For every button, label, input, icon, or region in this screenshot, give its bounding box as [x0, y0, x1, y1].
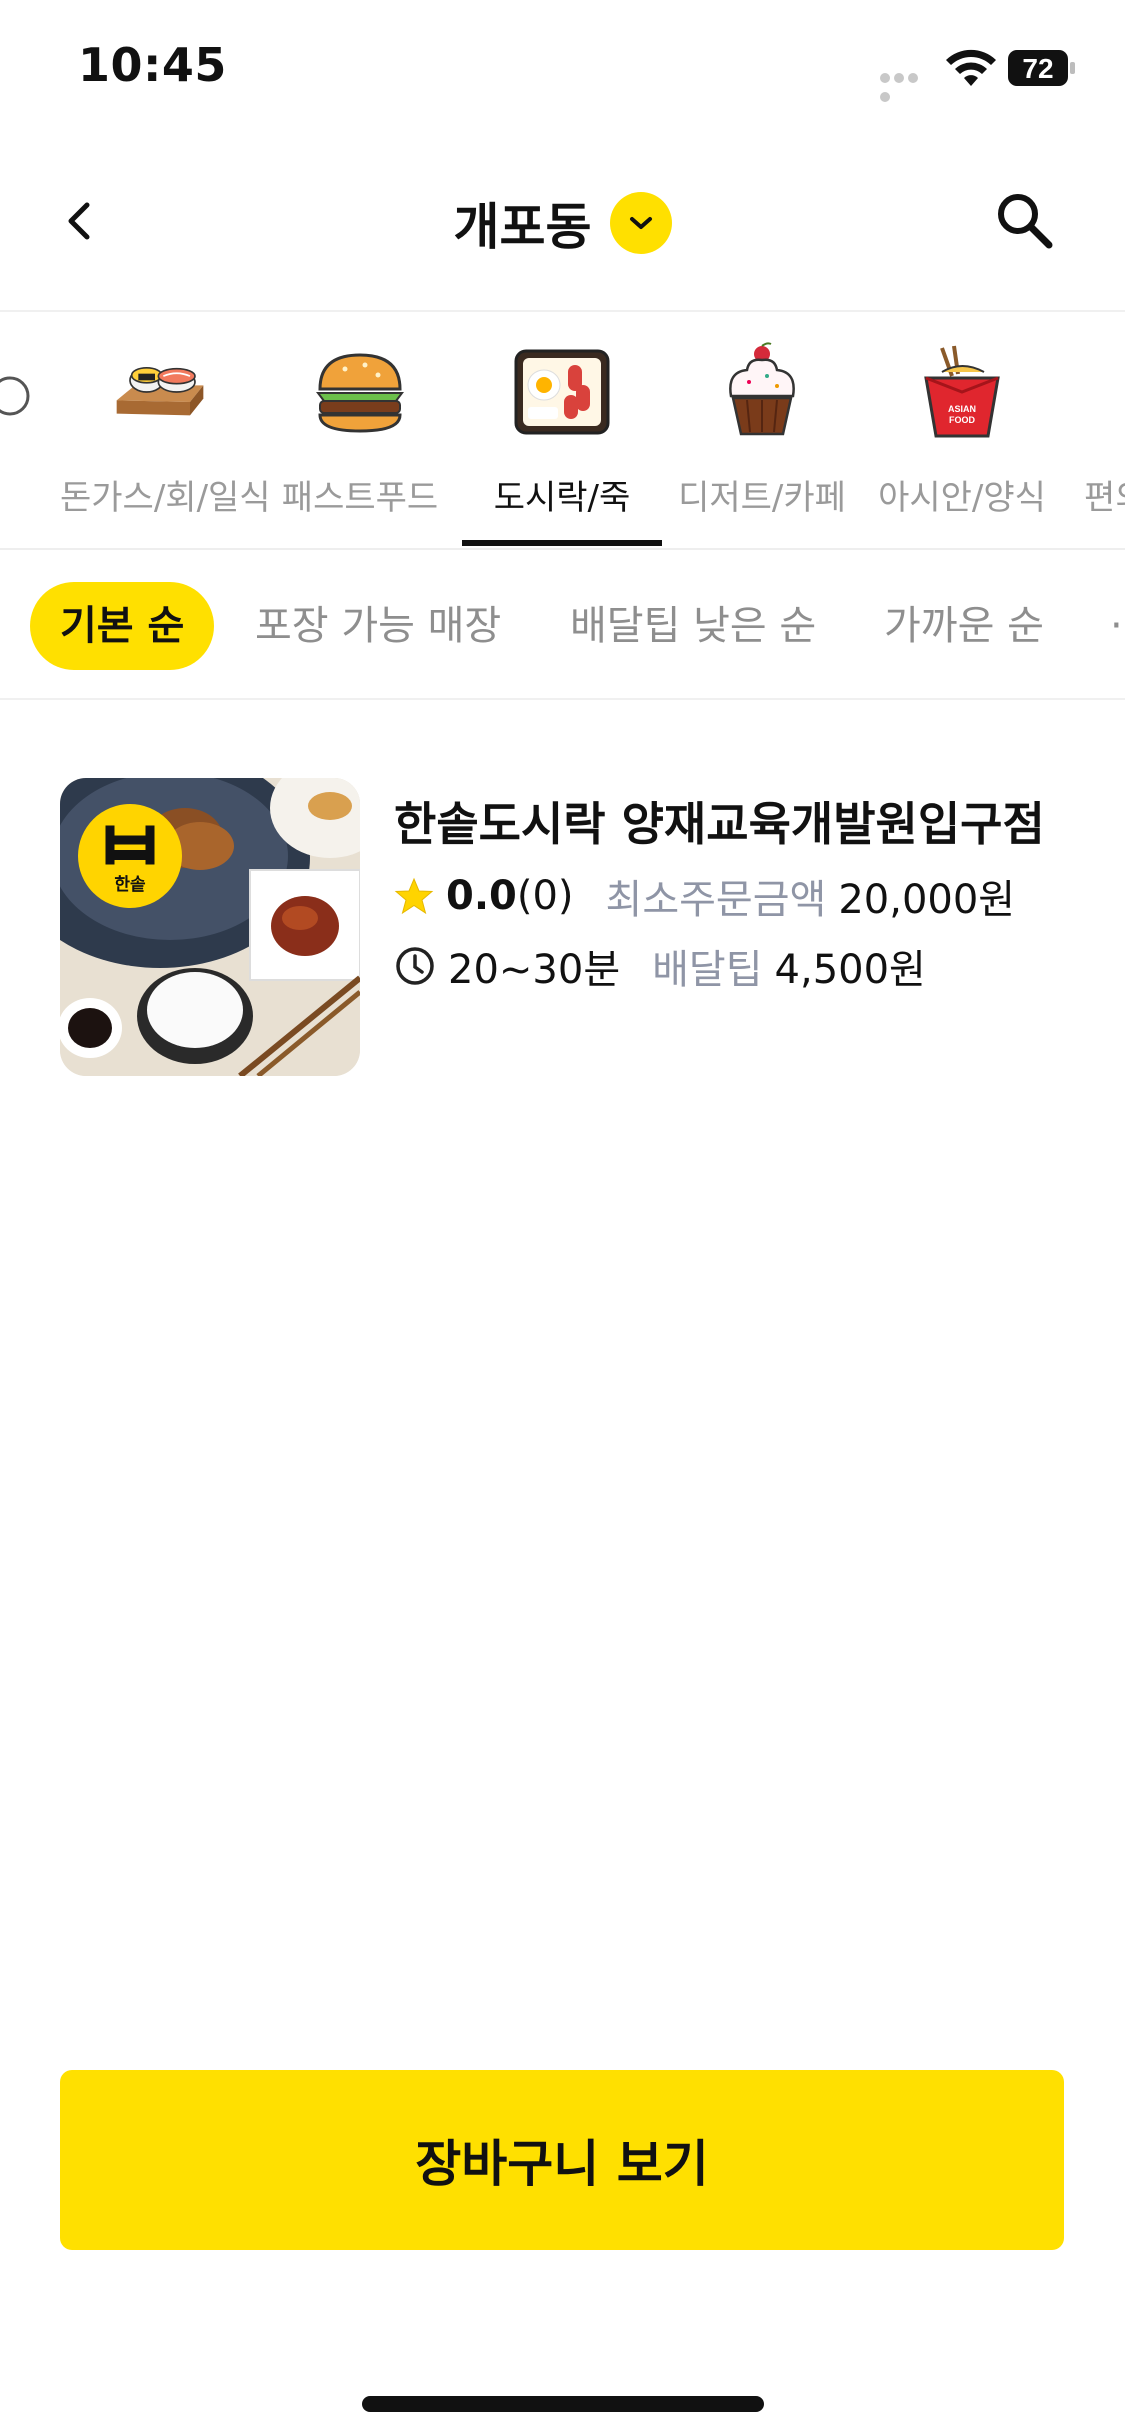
top-navigation: 개포동 — [0, 140, 1125, 312]
sort-chip-low-tip[interactable]: 배달팁 낮은 순 — [570, 582, 816, 670]
bento-icon — [512, 342, 612, 442]
delivery-tip-label: 배달팁 — [652, 947, 763, 993]
category-label: 편의 — [1084, 478, 1125, 518]
clock-icon — [396, 947, 434, 985]
sort-options: 기본 순 포장 가능 매장 배달팁 낮은 순 가까운 순 · — [0, 550, 1125, 700]
store-review-count: (0) — [516, 873, 574, 919]
status-time: 10:45 — [78, 38, 227, 92]
delivery-tip-value: 4,500원 — [774, 947, 926, 993]
delivery-time: 20~30분 — [448, 947, 621, 993]
cupcake-icon — [712, 342, 812, 442]
category-partial-icon — [0, 342, 60, 442]
location-title: 개포동 — [453, 198, 592, 256]
category-item-convenience[interactable]: 편의 — [1062, 312, 1125, 548]
category-item-dessert[interactable]: 디저트/카페 — [662, 312, 862, 548]
store-thumbnail: 한솥 — [60, 778, 360, 1076]
battery-level: 72 — [1022, 53, 1053, 84]
category-item-asian[interactable]: ASIAN FOOD 아시안/양식 — [862, 312, 1062, 548]
store-rating-row: 0.0 (0) 최소주문금액 20,000원 — [394, 868, 1015, 924]
svg-text:FOOD: FOOD — [949, 415, 975, 425]
category-label: 돈가스/회/일식 — [60, 478, 271, 518]
noodle-box-icon: ASIAN FOOD — [912, 342, 1012, 442]
chevron-down-icon — [629, 217, 652, 229]
category-label: 도시락/죽 — [493, 478, 631, 518]
category-label: 패스트푸드 — [281, 478, 439, 518]
burger-icon — [310, 342, 410, 442]
search-icon — [998, 194, 1053, 249]
min-order-value: 20,000원 — [838, 877, 1016, 923]
category-label: 아시안/양식 — [878, 478, 1046, 518]
app-screen: 10:45 72 개포동 돈가스/회/일식 패스트푸드 도시락/죽 디저트/카페… — [0, 0, 1125, 2436]
category-label: 디저트/카페 — [678, 478, 846, 518]
category-item-fastfood[interactable]: 패스트푸드 — [260, 312, 460, 548]
store-delivery-row: 20~30분 배달팁 4,500원 — [394, 938, 926, 994]
view-cart-button[interactable]: 장바구니 보기 — [60, 2070, 1064, 2250]
battery-icon: 72 — [1008, 50, 1076, 86]
status-bar: 10:45 72 — [0, 0, 1125, 140]
sort-chip-default[interactable]: 기본 순 — [30, 582, 215, 670]
category-item-japanese[interactable]: 돈가스/회/일식 — [60, 312, 271, 548]
store-name: 한솥도시락 양재교육개발원입구점 — [394, 797, 1045, 851]
cellular-signal-icon — [880, 68, 932, 102]
category-item-partial[interactable] — [0, 312, 30, 548]
sushi-icon — [110, 342, 210, 442]
search-button[interactable] — [990, 186, 1060, 256]
store-list-item[interactable]: 한솥 한솥도시락 양재교육개발원입구점 0.0 (0) 최소주문금액 20,00… — [0, 760, 1125, 1080]
category-item-bento[interactable]: 도시락/죽 — [462, 312, 662, 548]
sort-chip-more[interactable]: · — [1110, 582, 1123, 670]
location-dropdown-button[interactable] — [609, 192, 672, 254]
store-rating: 0.0 — [446, 873, 517, 919]
star-icon — [394, 877, 434, 915]
sort-chip-pickup[interactable]: 포장 가능 매장 — [255, 582, 501, 670]
svg-text:ASIAN: ASIAN — [948, 404, 976, 414]
min-order-label: 최소주문금액 — [605, 877, 827, 923]
selected-category-indicator — [462, 540, 662, 546]
sort-chip-nearest[interactable]: 가까운 순 — [884, 582, 1044, 670]
home-indicator — [362, 2396, 764, 2412]
location-selector[interactable]: 개포동 — [0, 188, 1125, 258]
wifi-icon — [945, 48, 997, 88]
store-logo-text: 한솥 — [114, 875, 146, 895]
convenience-icon — [1112, 342, 1125, 442]
category-tabs: 돈가스/회/일식 패스트푸드 도시락/죽 디저트/카페 ASIAN FOOD 아… — [0, 312, 1125, 550]
